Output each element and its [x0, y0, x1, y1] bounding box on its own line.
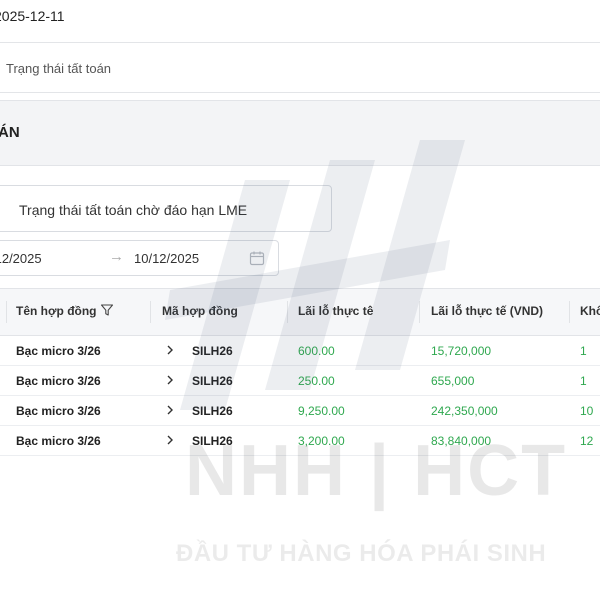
table-header: Tên hợp đồng Mã hợp đồng Lãi lỗ thực tê … [0, 289, 600, 336]
column-divider [150, 301, 151, 323]
header-pnl[interactable]: Lãi lỗ thực tê [298, 304, 373, 318]
cell-pnl: 9,250.00 [298, 404, 345, 418]
header-contract-name[interactable]: Tên hợp đồng [16, 304, 97, 318]
header-quantity[interactable]: Khố [580, 304, 600, 318]
panel-header: ÁN [0, 100, 600, 166]
cell-contract-name: Bạc micro 3/26 [16, 374, 101, 388]
cell-quantity: 10 [580, 404, 594, 418]
chevron-right-icon[interactable] [165, 405, 175, 415]
tab-settlement-status-lme[interactable]: Trạng thái tất toán chờ đáo hạn LME [0, 185, 332, 232]
column-divider [419, 301, 420, 323]
cell-pnl-vnd: 655,000 [431, 374, 475, 388]
date-range-start[interactable]: /12/2025 [0, 251, 42, 266]
watermark-tagline: ĐẦU TƯ HÀNG HÓA PHÁI SINH [176, 540, 547, 567]
cell-contract-name: Bạc micro 3/26 [16, 344, 101, 358]
cell-pnl: 600.00 [298, 344, 335, 358]
cell-contract-code: SILH26 [192, 344, 233, 358]
filter-icon[interactable] [100, 303, 114, 317]
positions-table: Tên hợp đồng Mã hợp đồng Lãi lỗ thực tê … [0, 288, 600, 456]
date-range-picker[interactable]: /12/2025 → 10/12/2025 [0, 240, 279, 276]
header-pnl-vnd[interactable]: Lãi lỗ thực tế (VND) [431, 304, 543, 318]
status-filter-placeholder: Trạng thái tất toán [6, 61, 112, 76]
column-divider [6, 301, 7, 323]
tab-label: Trạng thái tất toán chờ đáo hạn LME [19, 202, 248, 218]
cell-contract-code: SILH26 [192, 434, 233, 448]
cell-pnl: 250.00 [298, 374, 335, 388]
arrow-right-icon: → [109, 248, 124, 265]
cell-pnl-vnd: 15,720,000 [431, 344, 492, 358]
cell-quantity: 12 [580, 434, 594, 448]
column-divider [287, 301, 288, 323]
status-filter-select[interactable]: Trạng thái tất toán [0, 44, 600, 93]
chevron-right-icon[interactable] [165, 435, 175, 445]
date-filter-value: 2025-12-11 [0, 8, 65, 24]
table-row[interactable]: Bạc micro 3/26 SILH26 600.00 15,720,000 … [0, 336, 600, 366]
cell-pnl-vnd: 83,840,000 [431, 434, 492, 448]
cell-pnl-vnd: 242,350,000 [431, 404, 498, 418]
cell-contract-name: Bạc micro 3/26 [16, 434, 101, 448]
table-row[interactable]: Bạc micro 3/26 SILH26 3,200.00 83,840,00… [0, 426, 600, 456]
chevron-right-icon[interactable] [165, 345, 175, 355]
date-range-end[interactable]: 10/12/2025 [134, 251, 199, 266]
cell-quantity: 1 [580, 374, 587, 388]
panel-title: ÁN [0, 124, 20, 141]
chevron-right-icon[interactable] [165, 375, 175, 385]
header-contract-code[interactable]: Mã hợp đồng [162, 304, 238, 318]
table-row[interactable]: Bạc micro 3/26 SILH26 9,250.00 242,350,0… [0, 396, 600, 426]
calendar-icon[interactable] [249, 250, 265, 266]
cell-quantity: 1 [580, 344, 587, 358]
column-divider [569, 301, 570, 323]
cell-contract-code: SILH26 [192, 404, 233, 418]
cell-contract-code: SILH26 [192, 374, 233, 388]
cell-pnl: 3,200.00 [298, 434, 345, 448]
cell-contract-name: Bạc micro 3/26 [16, 404, 101, 418]
table-row[interactable]: Bạc micro 3/26 SILH26 250.00 655,000 1 [0, 366, 600, 396]
date-filter[interactable]: 2025-12-11 [0, 0, 600, 43]
